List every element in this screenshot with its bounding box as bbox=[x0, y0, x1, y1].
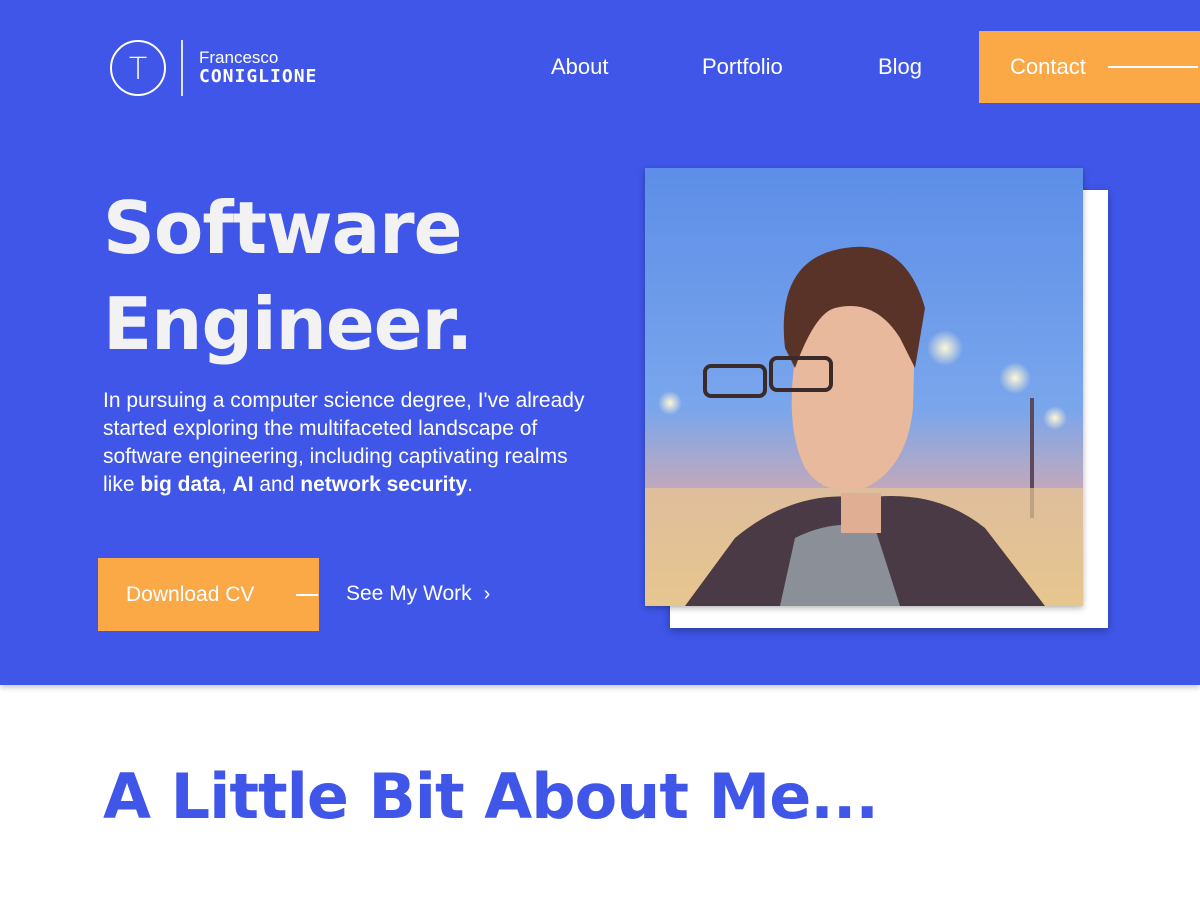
contact-button[interactable]: Contact bbox=[979, 31, 1200, 103]
see-my-work-link[interactable]: See My Work › bbox=[346, 582, 490, 606]
headline-line-1: Software bbox=[103, 186, 463, 270]
nav-portfolio-link[interactable]: Portfolio bbox=[702, 54, 783, 80]
profile-photo bbox=[645, 168, 1083, 606]
download-cv-label: Download CV bbox=[126, 582, 255, 606]
nav-about-link[interactable]: About bbox=[551, 54, 609, 80]
logo-wordmark: Francesco CONIGLIONE bbox=[199, 47, 318, 88]
highlight-big-data: big data bbox=[140, 473, 221, 496]
hero-section: T Francesco CONIGLIONE About Portfolio B… bbox=[0, 0, 1200, 685]
see-my-work-label: See My Work bbox=[346, 582, 472, 605]
contact-button-line bbox=[1108, 66, 1198, 68]
nav-blog-link[interactable]: Blog bbox=[878, 54, 922, 80]
hero-intro-text: In pursuing a computer science degree, I… bbox=[103, 389, 585, 496]
svg-text:T: T bbox=[129, 52, 147, 87]
site-logo[interactable]: T Francesco CONIGLIONE bbox=[108, 38, 317, 98]
contact-button-label: Contact bbox=[1010, 54, 1086, 79]
profile-photo-illustration bbox=[645, 168, 1083, 606]
logo-divider bbox=[181, 40, 183, 96]
download-cv-line bbox=[296, 594, 318, 596]
chevron-right-icon: › bbox=[483, 582, 491, 605]
logo-first-name: Francesco bbox=[199, 47, 279, 67]
monogram-logo-icon: T bbox=[110, 40, 166, 96]
highlight-ai: AI bbox=[232, 473, 254, 496]
headline-line-2: Engineer. bbox=[103, 282, 473, 366]
logo-last-name: CONIGLIONE bbox=[199, 66, 318, 88]
highlight-network-security: network security bbox=[300, 473, 468, 496]
download-cv-button[interactable]: Download CV bbox=[98, 558, 319, 631]
hero-headline: Software Engineer. bbox=[103, 180, 473, 372]
about-section-title: A Little Bit About Me... bbox=[103, 760, 879, 833]
